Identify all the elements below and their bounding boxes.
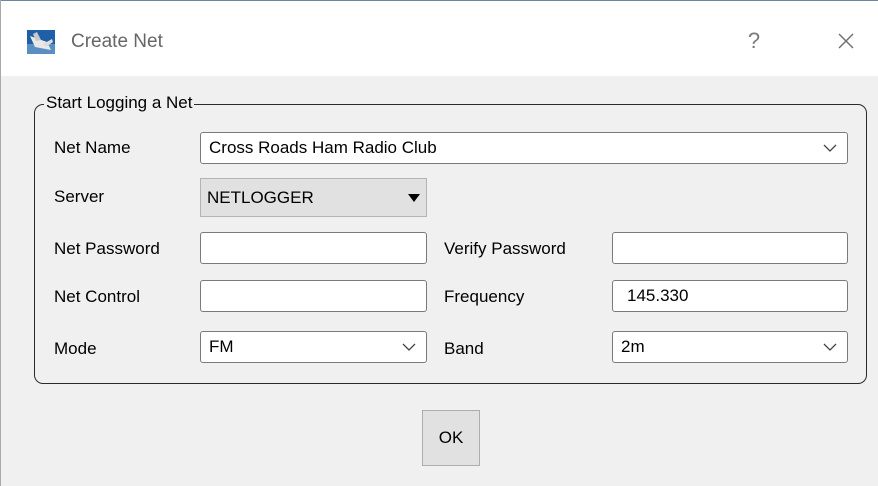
close-icon[interactable] bbox=[829, 25, 863, 57]
net-password-input[interactable] bbox=[200, 232, 427, 264]
frequency-input[interactable]: 145.330 bbox=[612, 280, 848, 312]
band-value: 2m bbox=[621, 337, 645, 356]
net-password-label: Net Password bbox=[54, 239, 160, 258]
server-label: Server bbox=[54, 187, 105, 206]
net-name-label: Net Name bbox=[54, 138, 131, 157]
chevron-down-icon bbox=[823, 343, 837, 351]
net-control-input[interactable] bbox=[200, 280, 427, 312]
triangle-down-icon bbox=[408, 194, 420, 202]
groupbox-title: Start Logging a Net bbox=[44, 93, 195, 113]
net-name-value: Cross Roads Ham Radio Club bbox=[209, 138, 437, 157]
net-name-combo[interactable]: Cross Roads Ham Radio Club bbox=[200, 132, 848, 164]
server-select[interactable]: NETLOGGER bbox=[200, 178, 427, 217]
band-combo[interactable]: 2m bbox=[612, 331, 848, 363]
help-button[interactable]: ? bbox=[739, 27, 769, 55]
verify-password-input[interactable] bbox=[612, 232, 848, 264]
frequency-value: 145.330 bbox=[627, 286, 689, 305]
mode-combo[interactable]: FM bbox=[200, 331, 427, 363]
chevron-down-icon bbox=[402, 343, 416, 351]
title-bar[interactable]: Create Net ? bbox=[1, 1, 878, 76]
mode-value: FM bbox=[209, 337, 234, 356]
app-icon bbox=[27, 30, 55, 54]
ok-button[interactable]: OK bbox=[422, 410, 480, 466]
chevron-down-icon bbox=[823, 144, 837, 152]
mode-label: Mode bbox=[54, 339, 97, 358]
frequency-label: Frequency bbox=[444, 287, 525, 306]
band-label: Band bbox=[444, 339, 484, 358]
server-value: NETLOGGER bbox=[207, 188, 314, 207]
net-control-label: Net Control bbox=[54, 287, 140, 306]
window-title: Create Net bbox=[71, 31, 163, 52]
verify-password-label: Verify Password bbox=[444, 239, 566, 258]
